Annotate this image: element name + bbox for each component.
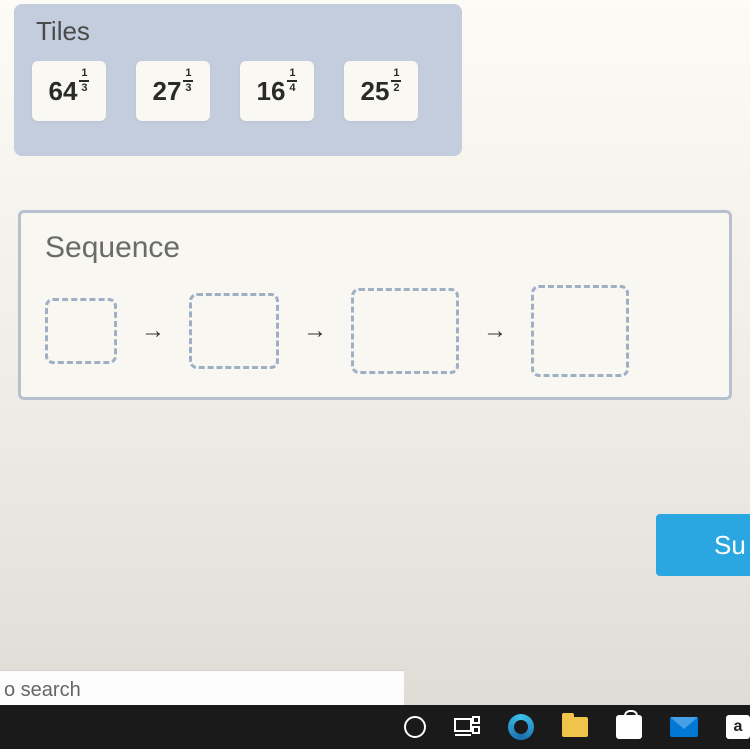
search-placeholder: o search [4, 679, 81, 702]
tile-base: 27 [153, 76, 182, 107]
tile-base: 64 [49, 76, 78, 107]
amazon-icon[interactable]: a [726, 712, 750, 742]
tile-3[interactable]: 16 1 4 [240, 61, 314, 121]
tile-exponent: 1 3 [79, 68, 89, 94]
arrow-icon: → [483, 317, 507, 345]
tiles-row: 64 1 3 27 1 3 16 1 4 25 [32, 61, 444, 121]
taskbar: a [0, 705, 750, 749]
drop-slot-2[interactable] [189, 293, 279, 369]
mail-icon[interactable] [670, 712, 698, 742]
tile-4[interactable]: 25 1 2 [344, 61, 418, 121]
search-input[interactable]: o search [0, 670, 404, 710]
file-explorer-icon[interactable] [562, 712, 588, 742]
tile-2[interactable]: 27 1 3 [136, 61, 210, 121]
submit-label: Su [714, 530, 746, 561]
cortana-icon[interactable] [404, 712, 426, 742]
drop-slot-4[interactable] [531, 285, 629, 377]
drop-slot-1[interactable] [45, 298, 117, 364]
task-view-icon[interactable] [454, 712, 480, 742]
tile-base: 16 [257, 76, 286, 107]
tile-exponent: 1 2 [391, 68, 401, 94]
sequence-row: → → → [45, 285, 705, 377]
store-icon[interactable] [616, 712, 642, 742]
sequence-title: Sequence [45, 231, 705, 265]
submit-button[interactable]: Su [656, 514, 750, 576]
arrow-icon: → [303, 317, 327, 345]
arrow-icon: → [141, 317, 165, 345]
tile-exponent: 1 4 [287, 68, 297, 94]
drop-slot-3[interactable] [351, 288, 459, 374]
tiles-title: Tiles [36, 16, 444, 47]
tiles-panel: Tiles 64 1 3 27 1 3 16 1 4 [14, 4, 462, 156]
sequence-panel: Sequence → → → [18, 210, 732, 400]
edge-icon[interactable] [508, 712, 534, 742]
tile-base: 25 [361, 76, 390, 107]
tile-exponent: 1 3 [183, 68, 193, 94]
tile-1[interactable]: 64 1 3 [32, 61, 106, 121]
